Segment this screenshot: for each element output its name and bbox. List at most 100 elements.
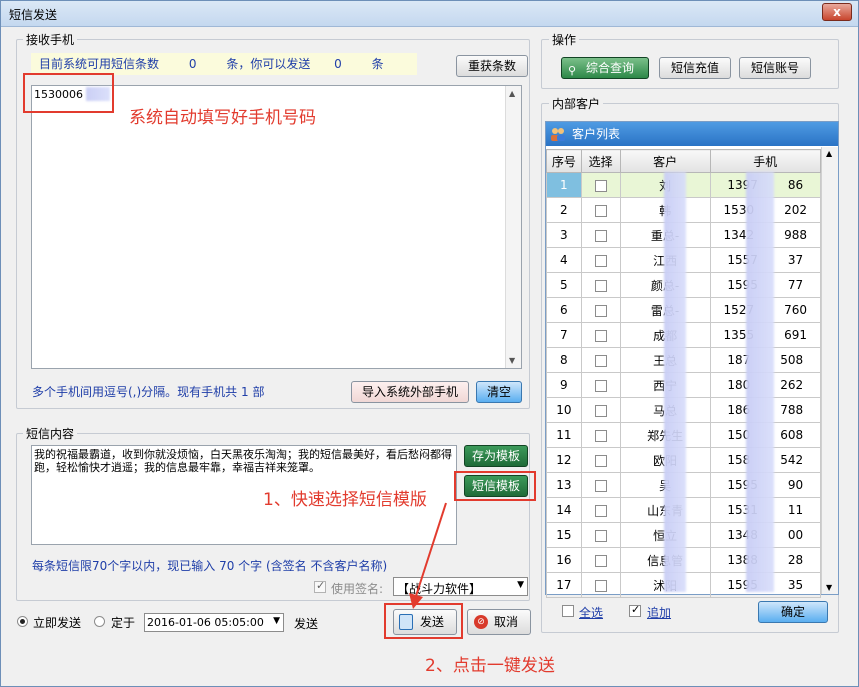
customer-list-title: 客户列表 [572,127,621,141]
users-icon [550,126,566,142]
select-all-label[interactable]: 全选 [579,604,603,621]
recharge-button[interactable]: 短信充值 [659,57,731,79]
row-select[interactable] [580,172,621,198]
row-phone-suffix: 988 [784,228,807,242]
row-no: 15 [546,522,582,548]
search-icon: ⚲ [568,64,577,77]
chevron-down-icon: ▼ [517,580,524,590]
cancel-icon: ⊘ [474,615,488,629]
use-signature-checkbox[interactable] [314,579,326,593]
query-button[interactable]: ⚲ 综合查询 [561,57,649,79]
row-select[interactable] [580,297,621,323]
customers-legend: 内部客户 [549,95,604,112]
row-select[interactable] [580,547,621,573]
scroll-up-icon[interactable]: ▲ [509,89,515,98]
row-select[interactable] [580,347,621,373]
row-checkbox[interactable] [594,179,607,192]
arrow-annotation [409,502,447,609]
row-select[interactable] [580,497,621,523]
row-select[interactable] [580,472,621,498]
row-checkbox[interactable] [594,329,607,342]
phone-note: 系统自动填写好手机号码 [129,108,316,128]
row-phone-suffix: 86 [787,178,804,192]
send-timed-label: 定于 [111,616,136,630]
customer-list-header: 客户列表 [546,122,838,146]
customer-list: 客户列表 序号 选择 客户 手机 1刘1397862韩15302023重总-13… [545,121,839,598]
balance-suffix: 条 [371,57,384,71]
row-select[interactable] [580,197,621,223]
select-all-checkbox[interactable] [562,605,574,617]
col-no: 序号 [546,149,582,173]
row-phone-suffix: 542 [780,453,804,467]
row-no: 12 [546,447,582,473]
row-select[interactable] [580,222,621,248]
row-checkbox[interactable] [594,554,607,567]
append-checkbox[interactable] [629,603,641,617]
cancel-label: 取消 [494,615,519,629]
row-select[interactable] [580,272,621,298]
message-text: 我的祝福最霸道，收到你就没烦恼，白天黑夜乐淘淘；我的短信最美好，看后愁闷都得跑，… [34,448,452,474]
append-label[interactable]: 追加 [647,604,671,621]
datetime-picker[interactable]: 2016-01-06 05:05:00 ▼ [144,613,284,632]
row-no: 8 [546,347,582,373]
import-phones-button[interactable]: 导入系统外部手机 [351,381,469,403]
col-customer: 客户 [619,149,711,173]
row-no: 17 [546,572,582,598]
row-no: 3 [546,222,582,248]
row-select[interactable] [580,372,621,398]
row-checkbox[interactable] [594,504,607,517]
row-select[interactable] [580,397,621,423]
row-checkbox[interactable] [594,579,607,592]
row-no: 4 [546,247,582,273]
row-select[interactable] [580,422,621,448]
send-now-radio[interactable] [17,616,28,627]
row-select[interactable] [580,572,621,598]
send-timed-radio[interactable] [94,616,105,627]
row-checkbox[interactable] [594,279,607,292]
row-checkbox[interactable] [594,354,607,367]
query-label: 综合查询 [585,61,634,75]
balance-mid: 条，你可以发送 [226,57,311,71]
scroll-up-icon[interactable]: ▲ [826,149,832,158]
row-phone-suffix: 508 [780,353,804,367]
row-checkbox[interactable] [594,529,607,542]
row-checkbox[interactable] [594,304,607,317]
scroll-down-icon[interactable]: ▼ [509,356,515,365]
row-checkbox[interactable] [594,254,607,267]
row-phone-suffix: 00 [787,528,804,542]
cancel-button[interactable]: ⊘ 取消 [467,609,531,635]
row-checkbox[interactable] [594,404,607,417]
save-template-button[interactable]: 存为模板 [464,445,528,467]
template-highlight [454,471,536,501]
account-button[interactable]: 短信账号 [739,57,811,79]
row-no: 10 [546,397,582,423]
row-no: 14 [546,497,582,523]
row-checkbox[interactable] [594,429,607,442]
customer-scrollbar[interactable]: ▲ ▼ [821,147,838,594]
row-checkbox[interactable] [594,479,607,492]
message-limit-text: 每条短信限70个字以内，现已输入 70 个字 (含签名 不含客户名称) [32,559,388,573]
row-no: 1 [546,172,582,198]
clear-button[interactable]: 清空 [476,381,522,403]
row-checkbox[interactable] [594,204,607,217]
row-checkbox[interactable] [594,229,607,242]
phone-scrollbar[interactable]: ▲ ▼ [505,86,521,368]
row-select[interactable] [580,522,621,548]
row-select[interactable] [580,247,621,273]
refresh-count-button[interactable]: 重获条数 [456,55,528,77]
row-no: 6 [546,297,582,323]
row-checkbox[interactable] [594,379,607,392]
row-phone-suffix: 608 [780,428,804,442]
scroll-down-icon[interactable]: ▼ [826,583,832,592]
row-no: 5 [546,272,582,298]
confirm-button[interactable]: 确定 [758,601,828,623]
row-phone-suffix: 262 [780,378,804,392]
close-button[interactable]: x [822,3,852,21]
send-note: 2、点击一键发送 [425,656,555,676]
col-select: 选择 [580,149,621,173]
sms-window: 短信发送 x 接收手机 目前系统可用短信条数 0 条，你可以发送 0 条 重获条… [0,0,859,687]
row-select[interactable] [580,447,621,473]
row-select[interactable] [580,322,621,348]
ops-legend: 操作 [549,31,580,48]
row-checkbox[interactable] [594,454,607,467]
